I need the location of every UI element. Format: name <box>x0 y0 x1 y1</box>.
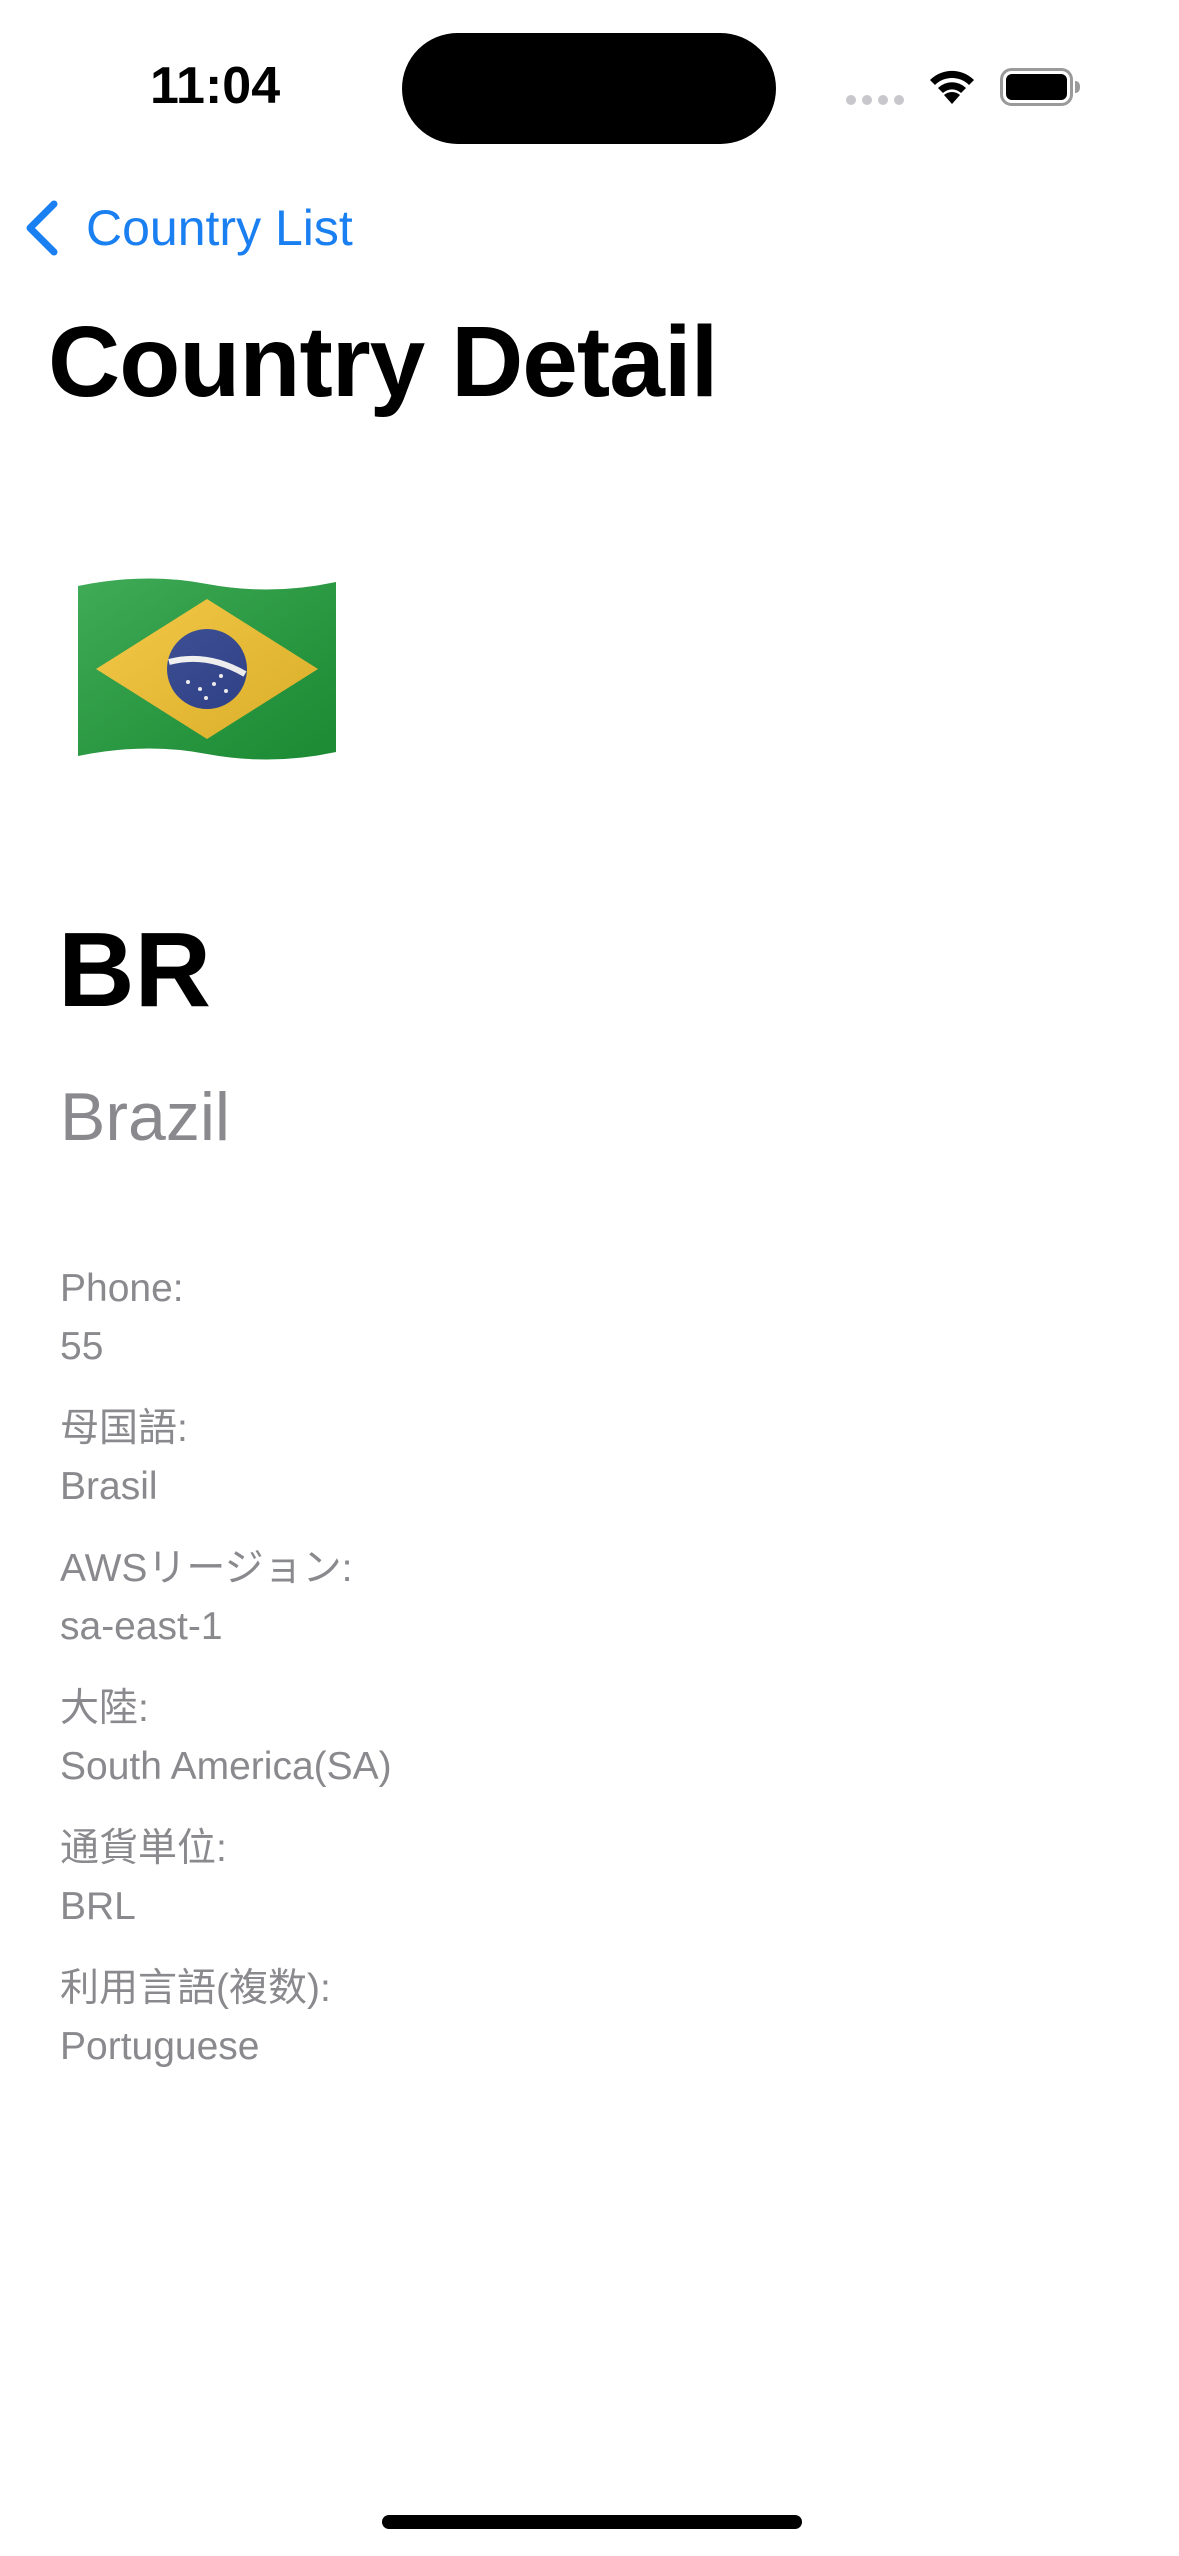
back-button[interactable]: Country List <box>22 196 353 260</box>
dynamic-island <box>402 33 776 144</box>
detail-value: BRL <box>60 1885 136 1928</box>
detail-value: South America(SA) <box>60 1745 392 1788</box>
detail-continent: 大陸: South America(SA) <box>60 1680 960 1820</box>
detail-value: sa-east-1 <box>60 1605 223 1648</box>
battery-icon <box>1000 68 1080 106</box>
home-indicator[interactable] <box>382 2515 802 2529</box>
detail-value: Brasil <box>60 1465 158 1508</box>
back-button-label: Country List <box>86 200 353 256</box>
status-time: 11:04 <box>150 57 281 115</box>
page-title: Country Detail <box>48 306 718 418</box>
detail-label: 母国語: <box>60 1407 188 1450</box>
country-code: BR <box>58 911 212 1029</box>
wifi-icon <box>930 70 974 104</box>
detail-label: 大陸: <box>60 1687 149 1730</box>
detail-native-language: 母国語: Brasil <box>60 1400 960 1540</box>
detail-languages: 利用言語(複数): Portuguese <box>60 1960 960 2100</box>
country-details: Phone: 55 母国語: Brasil AWSリージョン: sa-east-… <box>60 1260 960 2100</box>
brazil-flag-icon <box>78 578 336 760</box>
detail-currency: 通貨単位: BRL <box>60 1820 960 1960</box>
country-name: Brazil <box>60 1079 231 1155</box>
detail-value: Portuguese <box>60 2025 260 2068</box>
detail-aws-region: AWSリージョン: sa-east-1 <box>60 1540 960 1680</box>
cellular-signal-icon <box>846 95 904 105</box>
chevron-left-icon <box>26 200 58 256</box>
status-bar: 11:04 <box>0 0 1179 170</box>
detail-label: AWSリージョン: <box>60 1547 353 1590</box>
detail-value: 55 <box>60 1325 104 1368</box>
detail-phone: Phone: 55 <box>60 1260 960 1400</box>
detail-label: 通貨単位: <box>60 1827 227 1870</box>
detail-label: 利用言語(複数): <box>60 1967 331 2010</box>
detail-label: Phone: <box>60 1267 184 1310</box>
